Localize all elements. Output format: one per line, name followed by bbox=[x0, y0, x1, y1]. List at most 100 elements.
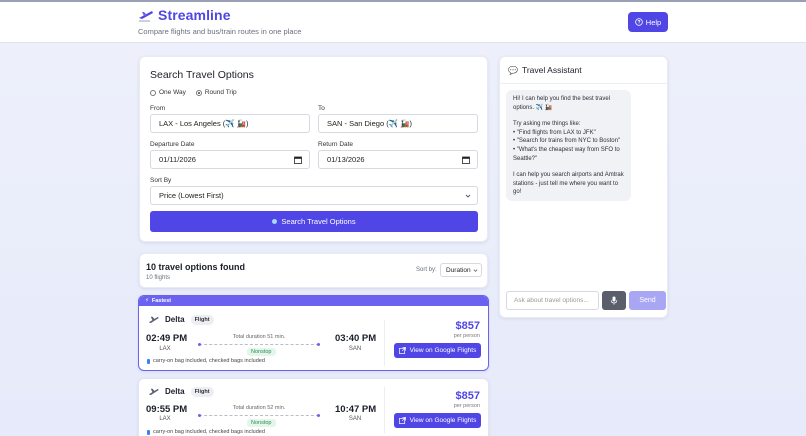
send-button-label: Send bbox=[639, 297, 656, 304]
depart-time: 02:49 PM bbox=[146, 333, 188, 344]
departure-label: Departure Date bbox=[150, 141, 195, 148]
departure-date-input[interactable]: 01/11/2026 bbox=[150, 150, 310, 169]
depart-time: 09:55 PM bbox=[146, 404, 188, 415]
sort-by-select[interactable]: Price (Lowest First) bbox=[150, 186, 478, 205]
help-button-label: Help bbox=[645, 17, 662, 27]
depart-code: LAX bbox=[159, 346, 171, 352]
spinner-icon bbox=[272, 219, 278, 224]
from-label: From bbox=[150, 105, 166, 112]
duration: Total duration 51 min. bbox=[232, 334, 286, 340]
assistant-input[interactable]: Ask about travel options... bbox=[506, 291, 599, 310]
view-google-flights-button[interactable]: View on Google Flights bbox=[394, 413, 481, 428]
radio-one-way-dot[interactable] bbox=[150, 89, 156, 96]
stops-badge: Nonstop bbox=[247, 419, 276, 427]
chat-bubble-icon: 💬 bbox=[508, 65, 518, 75]
assistant-greeting: Hi! I can help you find the best travel … bbox=[513, 96, 611, 111]
transport-type-tag: Flight bbox=[190, 386, 214, 397]
airline-name: Delta bbox=[165, 315, 185, 324]
radio-one-way-label: One Way bbox=[159, 89, 186, 96]
from-input[interactable]: LAX - Los Angeles (✈️ 🚂) bbox=[150, 114, 310, 133]
view-google-flights-button[interactable]: View on Google Flights bbox=[394, 343, 481, 358]
radio-round-trip-dot[interactable] bbox=[195, 89, 202, 96]
radio-round-trip-label: Round Trip bbox=[204, 89, 237, 96]
travel-assistant-panel: 💬 Travel Assistant Hi! I can help you fi… bbox=[499, 56, 668, 318]
assistant-try-intro: Try asking me things like: bbox=[513, 121, 581, 128]
external-link-icon bbox=[398, 417, 406, 424]
results-header: 10 travel options found 10 flights Sort … bbox=[139, 253, 488, 288]
assistant-example: • "Find flights from LAX to JFK" bbox=[513, 129, 596, 136]
brand: Streamline bbox=[138, 7, 231, 23]
results-sort-value: Duration bbox=[446, 266, 471, 274]
search-button[interactable]: Search Travel Options bbox=[150, 211, 478, 232]
arrive-code: SAN bbox=[348, 346, 362, 352]
origin-dot bbox=[198, 343, 201, 346]
assistant-example: • "What's the cheapest way from SFO to S… bbox=[513, 146, 620, 162]
sort-by-value: Price (Lowest First) bbox=[159, 191, 224, 200]
divider bbox=[384, 320, 385, 366]
stops-badge: Nonstop bbox=[247, 348, 276, 356]
fastest-badge-label: Fastest bbox=[151, 298, 172, 304]
to-input-value: SAN - San Diego (✈️ 🚂) bbox=[327, 119, 412, 128]
app-header: Streamline Compare flights and bus/train… bbox=[0, 2, 806, 43]
sort-by-label: Sort By bbox=[150, 177, 172, 184]
flight-card: ⚡ Fastest Delta Flight 02:49 PM LAX Tota… bbox=[138, 295, 489, 371]
baggage-text: carry-on bag included, checked bags incl… bbox=[153, 358, 265, 364]
search-card: Search Travel Options One Way Round Trip… bbox=[139, 56, 488, 242]
view-google-flights-label: View on Google Flights bbox=[409, 417, 477, 424]
assistant-message: Hi! I can help you find the best travel … bbox=[506, 90, 631, 201]
depart-code: LAX bbox=[159, 416, 171, 422]
chevron-down-icon bbox=[473, 269, 478, 272]
price: $857 bbox=[455, 390, 480, 402]
return-date-input[interactable]: 01/13/2026 bbox=[318, 150, 478, 169]
arrive-time: 10:47 PM bbox=[335, 404, 377, 415]
calendar-icon[interactable] bbox=[294, 156, 302, 164]
lightning-icon: ⚡ bbox=[145, 298, 149, 304]
send-button[interactable]: Send bbox=[629, 291, 666, 310]
duration: Total duration 52 min. bbox=[232, 405, 286, 411]
tagline: Compare flights and bus/train routes in … bbox=[138, 27, 302, 36]
search-button-label: Search Travel Options bbox=[281, 217, 356, 226]
help-circle-icon bbox=[635, 18, 643, 26]
return-date-value: 01/13/2026 bbox=[327, 155, 365, 164]
transport-type-tag: Flight bbox=[190, 314, 214, 325]
microphone-button[interactable] bbox=[602, 291, 626, 310]
arrive-time: 03:40 PM bbox=[335, 333, 377, 344]
view-google-flights-label: View on Google Flights bbox=[409, 347, 477, 354]
luggage-icon bbox=[147, 429, 150, 435]
price-unit: per person bbox=[453, 403, 480, 409]
brand-title: Streamline bbox=[158, 7, 231, 23]
origin-dot bbox=[198, 414, 201, 417]
to-label: To bbox=[318, 105, 325, 112]
radio-one-way[interactable]: One Way bbox=[150, 89, 186, 96]
results-count: 10 travel options found bbox=[146, 262, 246, 272]
route-line bbox=[198, 343, 320, 346]
chevron-down-icon bbox=[465, 194, 471, 198]
results-sort-select[interactable]: Duration bbox=[440, 263, 482, 277]
results-subtitle: 10 flights bbox=[146, 275, 171, 281]
destination-dot bbox=[317, 414, 320, 417]
route-line bbox=[198, 414, 320, 417]
assistant-closing: I can help you search airports and Amtra… bbox=[513, 172, 624, 196]
baggage-text: carry-on bag included, checked bags incl… bbox=[153, 429, 265, 435]
airline-row: Delta Flight bbox=[148, 314, 214, 325]
destination-dot bbox=[317, 343, 320, 346]
airline-name: Delta bbox=[165, 387, 185, 396]
microphone-icon bbox=[610, 296, 618, 305]
results-sort-label: Sort by: bbox=[416, 267, 437, 273]
return-label: Return Date bbox=[318, 141, 354, 148]
arrive-code: SAN bbox=[348, 416, 362, 422]
assistant-input-placeholder: Ask about travel options... bbox=[514, 297, 589, 304]
baggage-info: carry-on bag included, checked bags incl… bbox=[147, 358, 265, 364]
divider bbox=[384, 387, 385, 433]
search-title: Search Travel Options bbox=[150, 69, 254, 81]
baggage-info: carry-on bag included, checked bags incl… bbox=[147, 429, 265, 435]
help-button[interactable]: Help bbox=[628, 12, 668, 32]
radio-round-trip[interactable]: Round Trip bbox=[195, 89, 237, 96]
luggage-icon bbox=[147, 358, 150, 364]
calendar-icon[interactable] bbox=[462, 156, 470, 164]
fastest-badge: ⚡ Fastest bbox=[139, 296, 488, 306]
airplane-icon bbox=[148, 388, 159, 396]
assistant-title: Travel Assistant bbox=[521, 65, 582, 75]
to-input[interactable]: SAN - San Diego (✈️ 🚂) bbox=[318, 114, 478, 133]
airplane-icon bbox=[148, 316, 159, 324]
